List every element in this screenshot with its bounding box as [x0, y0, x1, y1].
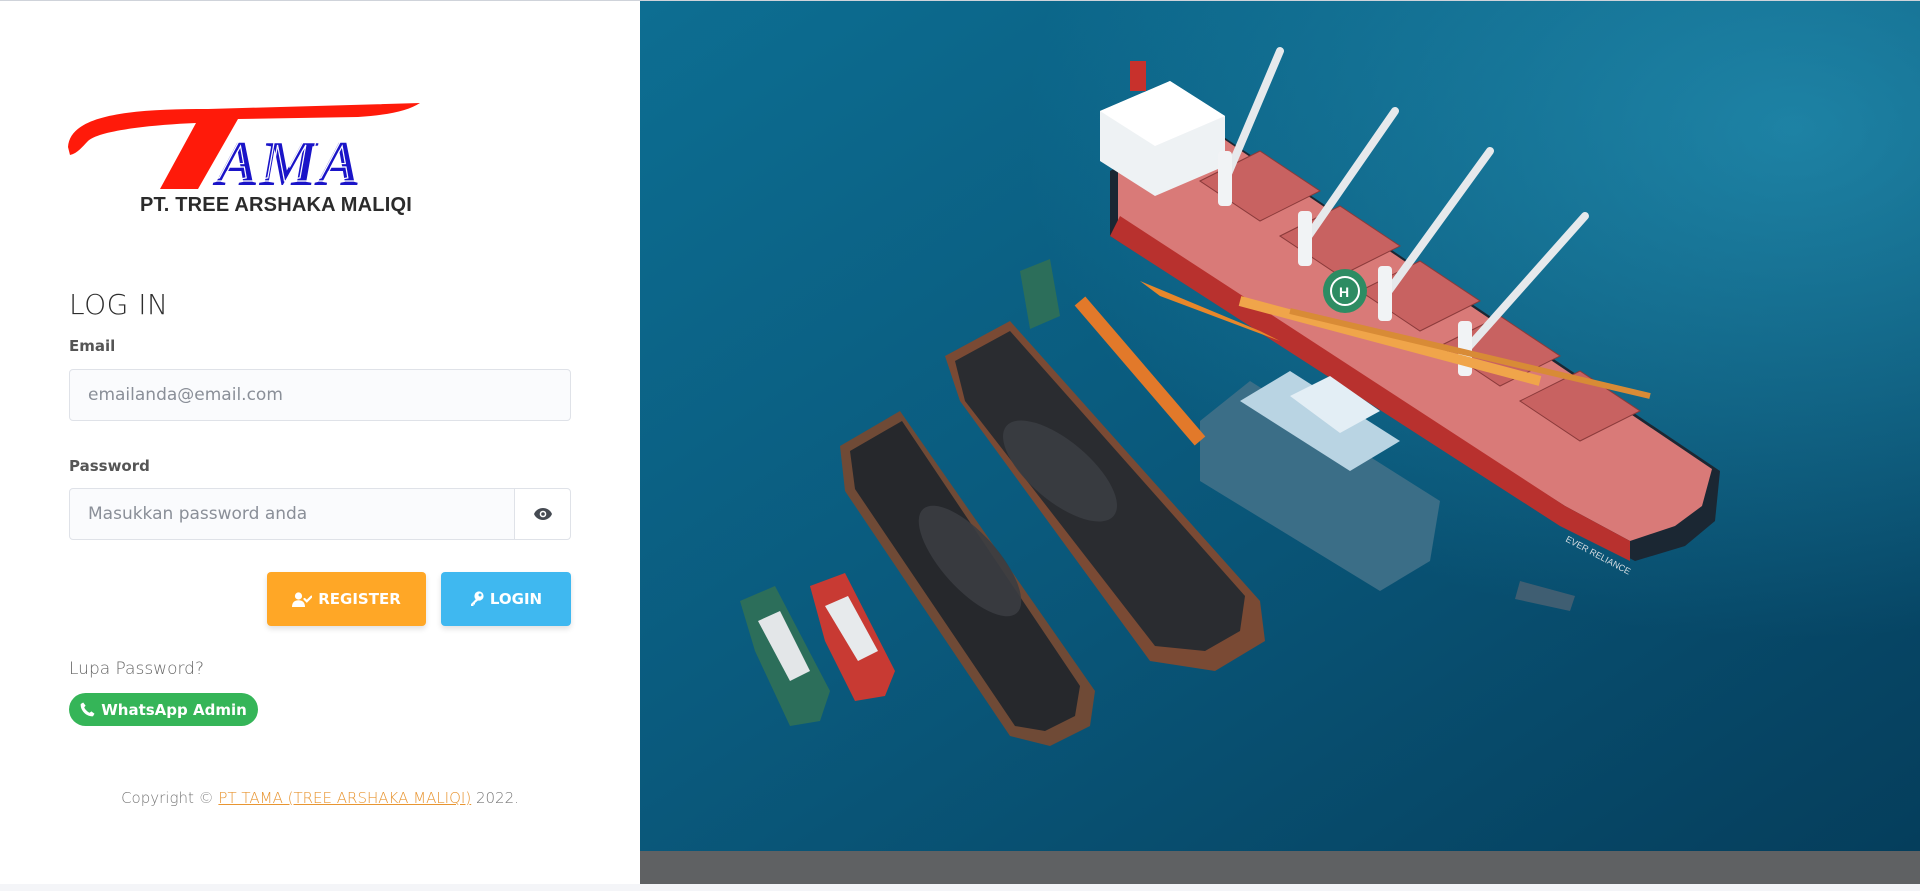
login-panel: AMA AMA PT. TREE ARSHAKA MALIQI LOG IN E… [0, 1, 640, 884]
password-field[interactable] [69, 488, 515, 540]
password-label: Password [69, 457, 150, 475]
toggle-password-button[interactable] [514, 488, 571, 540]
hero-image: H EVER RELIANCE [640, 1, 1920, 851]
login-title: LOG IN [69, 288, 169, 321]
whatsapp-admin-button[interactable]: WhatsApp Admin [69, 693, 258, 726]
copyright-year: 2022. [475, 789, 519, 807]
forgot-password-link[interactable]: Lupa Password? [69, 659, 204, 679]
key-icon [470, 591, 484, 606]
company-name: PT. TREE ARSHAKA MALIQI [139, 194, 412, 216]
register-label: REGISTER [318, 590, 401, 608]
copyright-prefix: Copyright © [121, 789, 214, 807]
copyright-text: Copyright © PT TAMA (TREE ARSHAKA MALIQI… [0, 789, 640, 807]
svg-text:H: H [1339, 284, 1349, 300]
svg-text:AMA: AMA [215, 124, 364, 195]
email-label: Email [69, 337, 116, 355]
user-check-icon [292, 591, 313, 607]
password-group [69, 488, 571, 540]
whatsapp-label: WhatsApp Admin [101, 700, 247, 719]
register-button[interactable]: REGISTER [267, 572, 426, 626]
company-logo: AMA AMA PT. TREE ARSHAKA MALIQI [68, 101, 420, 219]
copyright-company-link[interactable]: PT TAMA (TREE ARSHAKA MALIQI) [218, 789, 471, 807]
eye-icon [533, 508, 552, 520]
cargo-ship-photo: H EVER RELIANCE [640, 1, 1920, 851]
phone-icon [80, 702, 95, 717]
login-button[interactable]: LOGIN [441, 572, 571, 626]
email-field[interactable] [69, 369, 571, 421]
hero-bottom-bar [640, 851, 1920, 884]
login-label: LOGIN [489, 590, 543, 608]
